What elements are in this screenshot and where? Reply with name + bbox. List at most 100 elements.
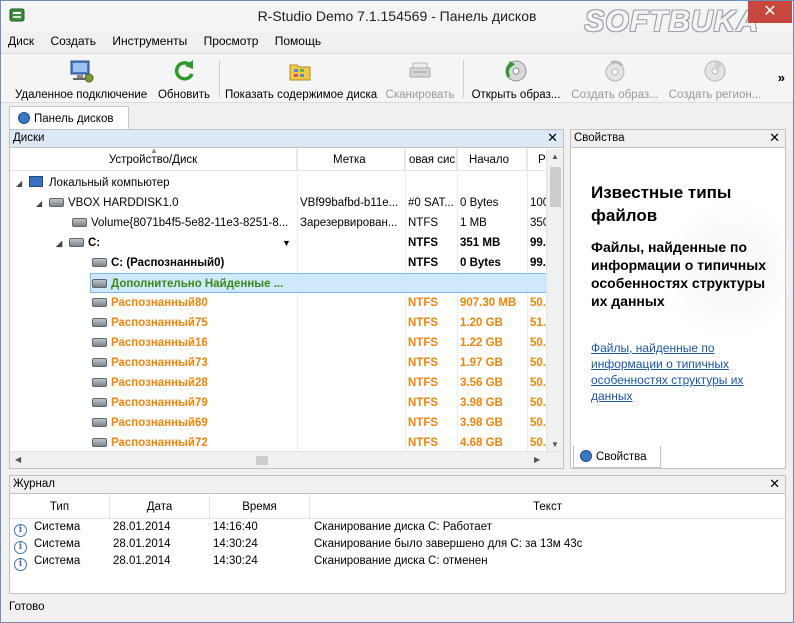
info-icon: i bbox=[14, 558, 27, 571]
tree-row-volume[interactable]: Volume{8071b4f5-5e82-11e3-8251-8... Заре… bbox=[10, 213, 547, 233]
menu-view[interactable]: Просмотр bbox=[197, 32, 265, 48]
properties-close-icon[interactable]: ✕ bbox=[769, 130, 780, 146]
tree-row-size: 100 bbox=[530, 197, 547, 209]
log-row[interactable]: i Система 28.01.2014 14:30:24 Сканирован… bbox=[10, 553, 785, 571]
menu-tools[interactable]: Инструменты bbox=[105, 32, 193, 48]
properties-panel-title: Свойства bbox=[574, 132, 625, 144]
menu-help[interactable]: Помощь bbox=[268, 32, 327, 48]
log-row-date: 28.01.2014 bbox=[113, 538, 171, 550]
tree-row-start: 0 Bytes bbox=[460, 197, 499, 209]
tree-row-size: 50. bbox=[530, 337, 546, 349]
tree-row-drive-c[interactable]: ◢ C: ▼ NTFS 351 MB 99. bbox=[10, 233, 547, 253]
column-start[interactable]: Начало bbox=[457, 149, 527, 171]
disks-panel-title: Диски bbox=[13, 132, 45, 144]
app-window: R-Studio Demo 7.1.154569 - Панель дисков… bbox=[0, 0, 794, 623]
tree-row-name: C: bbox=[88, 237, 101, 249]
tree-row-recognized[interactable]: Распознанный28 NTFS 3.56 GB 50. bbox=[10, 373, 547, 393]
log-row[interactable]: i Система 28.01.2014 14:16:40 Сканирован… bbox=[10, 519, 785, 537]
show-disk-contents-button[interactable]: Показать содержимое диска bbox=[225, 56, 377, 102]
column-label-label: Метка bbox=[333, 154, 366, 166]
scroll-up-icon[interactable]: ▲ bbox=[551, 152, 559, 161]
tree-row-recognized[interactable]: Распознанный16 NTFS 1.22 GB 50. bbox=[10, 333, 547, 353]
volume-icon bbox=[92, 279, 107, 288]
column-label[interactable]: Метка bbox=[297, 149, 405, 171]
tree-row-label: Зарезервирован... bbox=[300, 217, 398, 229]
disks-tree: ◢ Локальный компьютер ◢ VBOX HARDDISK1.0 V… bbox=[10, 172, 547, 452]
volume-icon bbox=[92, 338, 107, 347]
tree-row-size: 99. bbox=[530, 257, 546, 269]
tree-row-extra-found[interactable]: Дополнительно Найденные ... bbox=[90, 273, 547, 293]
log-column-text[interactable]: Текст bbox=[310, 495, 785, 519]
properties-heading: Известные типы файлов bbox=[591, 183, 732, 225]
tree-row-recognized0[interactable]: C: (Распознанный0) NTFS 0 Bytes 99. bbox=[10, 253, 547, 273]
create-region-button[interactable]: Создать регион... bbox=[667, 56, 763, 102]
tab-properties[interactable]: Свойства bbox=[573, 446, 661, 468]
scan-button[interactable]: Сканировать bbox=[384, 56, 456, 102]
log-row-date: 28.01.2014 bbox=[113, 521, 171, 533]
scroll-thumb[interactable] bbox=[550, 167, 561, 207]
disks-horizontal-scrollbar[interactable]: ◀ ▶ bbox=[10, 451, 563, 468]
disks-panel-close-icon[interactable]: ✕ bbox=[547, 130, 558, 146]
tree-row-recognized[interactable]: Распознанный80 NTFS 907.30 MB 50. bbox=[10, 293, 547, 313]
tree-row-local-computer[interactable]: ◢ Локальный компьютер bbox=[10, 173, 547, 193]
menu-disk[interactable]: Диск bbox=[1, 32, 40, 48]
tree-row-filesystem: NTFS bbox=[408, 297, 439, 309]
tree-row-recognized[interactable]: Распознанный72 NTFS 4.68 GB 50. bbox=[10, 433, 547, 452]
volume-icon bbox=[92, 258, 107, 267]
scroll-thumb[interactable] bbox=[256, 456, 268, 465]
properties-body: Известные типы файлов Файлы, найденные п… bbox=[571, 149, 785, 442]
toolbar-separator bbox=[219, 60, 220, 98]
properties-description: Файлы, найденные по информации о типичны… bbox=[591, 239, 767, 309]
tree-row-start: 1.20 GB bbox=[460, 317, 503, 329]
log-close-icon[interactable]: ✕ bbox=[769, 476, 780, 492]
scroll-right-icon[interactable]: ▶ bbox=[534, 455, 540, 464]
tree-row-recognized[interactable]: Распознанный69 NTFS 3.98 GB 50. bbox=[10, 413, 547, 433]
tree-row-filesystem: NTFS bbox=[408, 437, 439, 449]
tree-row-recognized[interactable]: Распознанный73 NTFS 1.97 GB 50. bbox=[10, 353, 547, 373]
tree-row-start: 3.56 GB bbox=[460, 377, 503, 389]
log-panel-header: Журнал ✕ bbox=[10, 476, 785, 494]
properties-panel-header: Свойства ✕ bbox=[571, 130, 785, 148]
tree-row-recognized[interactable]: Распознанный75 NTFS 1.20 GB 51. bbox=[10, 313, 547, 333]
tree-row-filesystem: #0 SAT... bbox=[408, 197, 454, 209]
tree-row-name: Дополнительно Найденные ... bbox=[111, 278, 284, 290]
refresh-button[interactable]: Обновить bbox=[155, 56, 213, 102]
tree-row-filesystem: NTFS bbox=[408, 317, 439, 329]
log-column-type[interactable]: Тип bbox=[10, 495, 110, 519]
scanner-icon bbox=[409, 62, 431, 78]
scroll-left-icon[interactable]: ◀ bbox=[15, 455, 21, 464]
tree-row-name: Распознанный75 bbox=[111, 317, 208, 329]
volume-icon bbox=[92, 398, 107, 407]
remote-connect-button[interactable]: Удаленное подключение bbox=[15, 56, 147, 102]
tree-row-start: 1.97 GB bbox=[460, 357, 503, 369]
column-filesystem[interactable]: овая сис bbox=[405, 149, 457, 171]
properties-link[interactable]: Файлы, найденные по информации о типичны… bbox=[591, 340, 781, 404]
tab-disks-panel[interactable]: Панель дисков bbox=[9, 106, 129, 130]
tree-row-harddisk[interactable]: ◢ VBOX HARDDISK1.0 VBf99bafbd-b11e... #0 … bbox=[10, 193, 547, 213]
log-column-date-label: Дата bbox=[146, 501, 173, 513]
tree-row-name: VBOX HARDDISK1.0 bbox=[68, 197, 179, 209]
log-column-date[interactable]: Дата bbox=[110, 495, 210, 519]
window-close-button[interactable]: ✕ bbox=[748, 1, 792, 23]
log-row-type: Система bbox=[34, 555, 81, 567]
network-computer-icon bbox=[70, 60, 94, 83]
dropdown-arrow-icon[interactable]: ▼ bbox=[282, 233, 291, 253]
toolbar-overflow-chevron[interactable]: » bbox=[778, 70, 785, 85]
volume-icon bbox=[92, 418, 107, 427]
open-image-button[interactable]: Открыть образ... bbox=[470, 56, 562, 102]
tree-row-recognized[interactable]: Распознанный79 NTFS 3.98 GB 50. bbox=[10, 393, 547, 413]
log-column-time[interactable]: Время bbox=[210, 495, 310, 519]
log-row[interactable]: i Система 28.01.2014 14:30:24 Сканирован… bbox=[10, 536, 785, 554]
column-size[interactable]: Р bbox=[527, 149, 547, 171]
log-row-time: 14:16:40 bbox=[213, 521, 258, 533]
tree-row-size: 50. bbox=[530, 357, 546, 369]
disks-panel-header: Диски ✕ bbox=[10, 130, 563, 148]
disks-vertical-scrollbar[interactable]: ▲ ▼ bbox=[546, 149, 563, 452]
sort-arrow-icon: ▲ bbox=[150, 146, 158, 155]
create-image-button[interactable]: Создать образ... bbox=[569, 56, 661, 102]
menu-create[interactable]: Создать bbox=[43, 32, 102, 48]
scroll-down-icon[interactable]: ▼ bbox=[551, 440, 559, 449]
tree-row-size: 50. bbox=[530, 437, 546, 449]
log-column-type-label: Тип bbox=[49, 501, 70, 513]
tree-row-size: 50. bbox=[530, 397, 546, 409]
